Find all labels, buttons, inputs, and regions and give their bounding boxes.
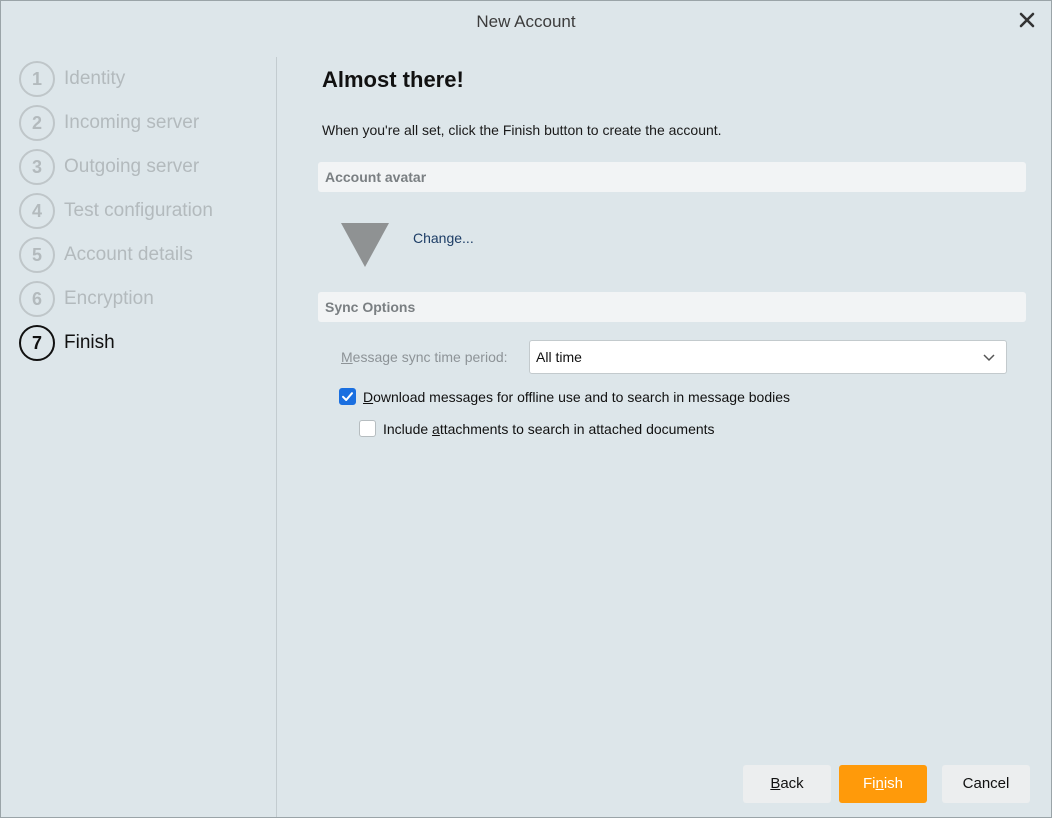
finish-mnemonic: n bbox=[875, 775, 884, 792]
attach-mnemonic: a bbox=[432, 420, 440, 437]
step-encryption: 6 Encryption bbox=[19, 281, 154, 317]
step-number: 4 bbox=[19, 193, 55, 229]
wizard-steps: 1 Identity 2 Incoming server 3 Outgoing … bbox=[1, 57, 277, 817]
window-title: New Account bbox=[476, 12, 576, 31]
step-label: Outgoing server bbox=[64, 156, 200, 177]
intro-text: When you're all set, click the Finish bu… bbox=[322, 122, 722, 138]
step-test-configuration: 4 Test configuration bbox=[19, 193, 213, 229]
new-account-dialog: New Account 1 Identity 2 Incoming server… bbox=[0, 0, 1052, 818]
sync-label-text: essage sync time period: bbox=[352, 349, 508, 365]
finish-button[interactable]: Finish bbox=[839, 765, 927, 803]
main-panel: Almost there! When you're all set, click… bbox=[278, 43, 1052, 818]
account-avatar[interactable] bbox=[340, 221, 390, 269]
step-number: 3 bbox=[19, 149, 55, 185]
step-number: 7 bbox=[19, 325, 55, 361]
chevron-down-icon bbox=[983, 354, 995, 362]
step-account-details: 5 Account details bbox=[19, 237, 193, 273]
step-number: 1 bbox=[19, 61, 55, 97]
download-messages-checkbox[interactable] bbox=[339, 388, 356, 405]
step-label: Test configuration bbox=[64, 200, 213, 221]
sync-period-select[interactable]: All time bbox=[529, 340, 1007, 374]
step-label: Identity bbox=[64, 68, 126, 89]
change-avatar-link[interactable]: Change... bbox=[413, 230, 474, 246]
download-label-text: ownload messages for offline use and to … bbox=[373, 388, 791, 405]
close-button[interactable] bbox=[1017, 10, 1037, 30]
download-messages-option[interactable]: Download messages for offline use and to… bbox=[339, 388, 790, 405]
step-finish: 7 Finish bbox=[19, 325, 115, 361]
check-icon bbox=[342, 392, 353, 401]
back-label: ack bbox=[780, 775, 804, 792]
download-messages-label: Download messages for offline use and to… bbox=[363, 389, 790, 405]
step-number: 5 bbox=[19, 237, 55, 273]
step-label: Encryption bbox=[64, 288, 154, 309]
step-label: Account details bbox=[64, 244, 193, 265]
attach-label-pre: Include bbox=[383, 420, 433, 437]
finish-label-pre: Fi bbox=[862, 775, 876, 792]
step-outgoing-server: 3 Outgoing server bbox=[19, 149, 199, 185]
step-number: 6 bbox=[19, 281, 55, 317]
step-identity: 1 Identity bbox=[19, 61, 125, 97]
download-mnemonic: D bbox=[363, 388, 374, 405]
sync-period-value: All time bbox=[536, 349, 582, 365]
step-label: Finish bbox=[64, 332, 115, 353]
step-incoming-server: 2 Incoming server bbox=[19, 105, 199, 141]
avatar-triangle-icon bbox=[341, 223, 389, 267]
finish-label-rest: ish bbox=[883, 775, 904, 792]
include-attachments-label: Include attachments to search in attache… bbox=[383, 421, 715, 437]
page-title: Almost there! bbox=[322, 67, 464, 92]
sync-section-header: Sync Options bbox=[318, 292, 1026, 322]
back-button[interactable]: Back bbox=[743, 765, 831, 803]
avatar-section-header: Account avatar bbox=[318, 162, 1026, 192]
step-label: Incoming server bbox=[64, 112, 200, 133]
attach-label-text: ttachments to search in attached documen… bbox=[439, 420, 715, 437]
include-attachments-option[interactable]: Include attachments to search in attache… bbox=[359, 420, 715, 437]
cancel-button[interactable]: Cancel bbox=[942, 765, 1030, 803]
sync-label-mnemonic: M bbox=[341, 349, 353, 365]
step-number: 2 bbox=[19, 105, 55, 141]
include-attachments-checkbox[interactable] bbox=[359, 420, 376, 437]
back-mnemonic: B bbox=[770, 775, 781, 792]
sync-period-label: Message sync time period: bbox=[341, 349, 508, 365]
close-icon bbox=[1019, 12, 1035, 28]
